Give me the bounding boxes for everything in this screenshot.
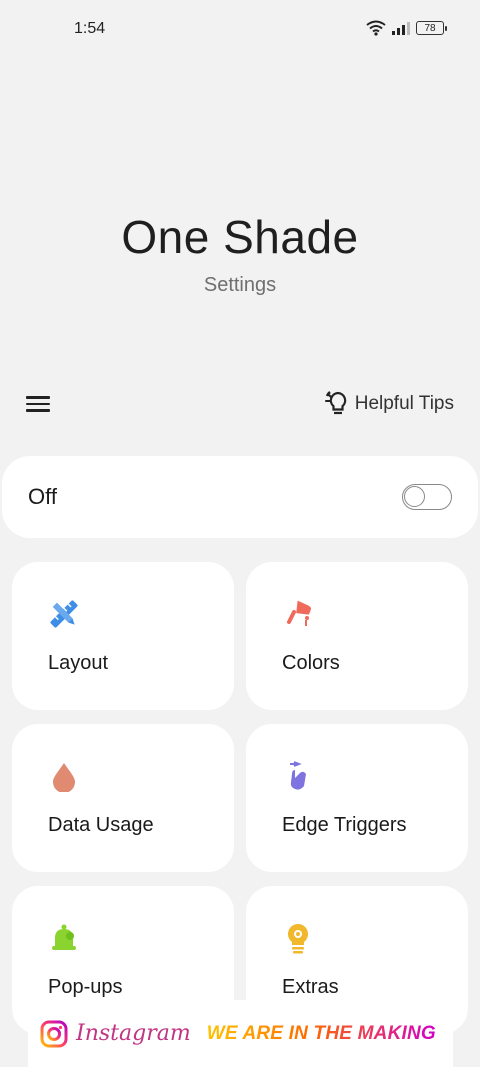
- tile-data-usage[interactable]: Data Usage: [12, 724, 234, 872]
- banner-tagline: WE ARE IN THE MAKING: [206, 1022, 436, 1044]
- tile-edge-triggers[interactable]: Edge Triggers: [246, 724, 468, 872]
- lightbulb-tip-icon: [324, 391, 346, 415]
- promo-banner[interactable]: Instagram WE ARE IN THE MAKING: [28, 1000, 453, 1067]
- page-title: One Shade: [121, 211, 359, 263]
- status-bar: 1:54 78: [0, 0, 480, 60]
- service-toggle-card[interactable]: Off: [2, 456, 478, 538]
- bell-icon: [52, 924, 76, 950]
- switch-knob: [404, 486, 425, 507]
- droplet-icon: [53, 763, 75, 792]
- menu-button[interactable]: [26, 392, 54, 416]
- banner-brand: Instagram: [76, 1021, 191, 1046]
- lightbulb-icon: [288, 924, 308, 954]
- tap-gesture-icon: [290, 761, 306, 790]
- paint-roller-icon: [287, 600, 311, 626]
- page-subtitle: Settings: [203, 274, 277, 296]
- tile-layout[interactable]: Layout: [12, 562, 234, 710]
- ruler-pencil-icon: [50, 600, 78, 628]
- helpful-tips-label: Helpful Tips: [354, 393, 454, 414]
- service-switch[interactable]: [402, 484, 452, 510]
- tile-label: Layout: [48, 652, 109, 674]
- status-icons: 78: [366, 20, 447, 36]
- hamburger-menu-icon: [26, 396, 50, 399]
- tile-label: Edge Triggers: [282, 814, 407, 836]
- wifi-icon: [366, 20, 386, 36]
- battery-level: 78: [424, 22, 436, 34]
- battery-icon: 78: [416, 21, 447, 35]
- tile-colors[interactable]: Colors: [246, 562, 468, 710]
- signal-icon: [392, 22, 410, 35]
- helpful-tips-button[interactable]: Helpful Tips: [324, 390, 454, 418]
- tile-label: Extras: [282, 976, 339, 998]
- toolbar: Helpful Tips: [0, 384, 480, 424]
- status-time: 1:54: [74, 20, 106, 37]
- instagram-icon: [40, 1020, 68, 1047]
- hero-header: One Shade Settings: [0, 210, 480, 297]
- toggle-state-label: Off: [28, 484, 57, 509]
- tile-label: Data Usage: [48, 814, 154, 836]
- tile-label: Pop-ups: [48, 976, 123, 998]
- tile-label: Colors: [282, 652, 340, 674]
